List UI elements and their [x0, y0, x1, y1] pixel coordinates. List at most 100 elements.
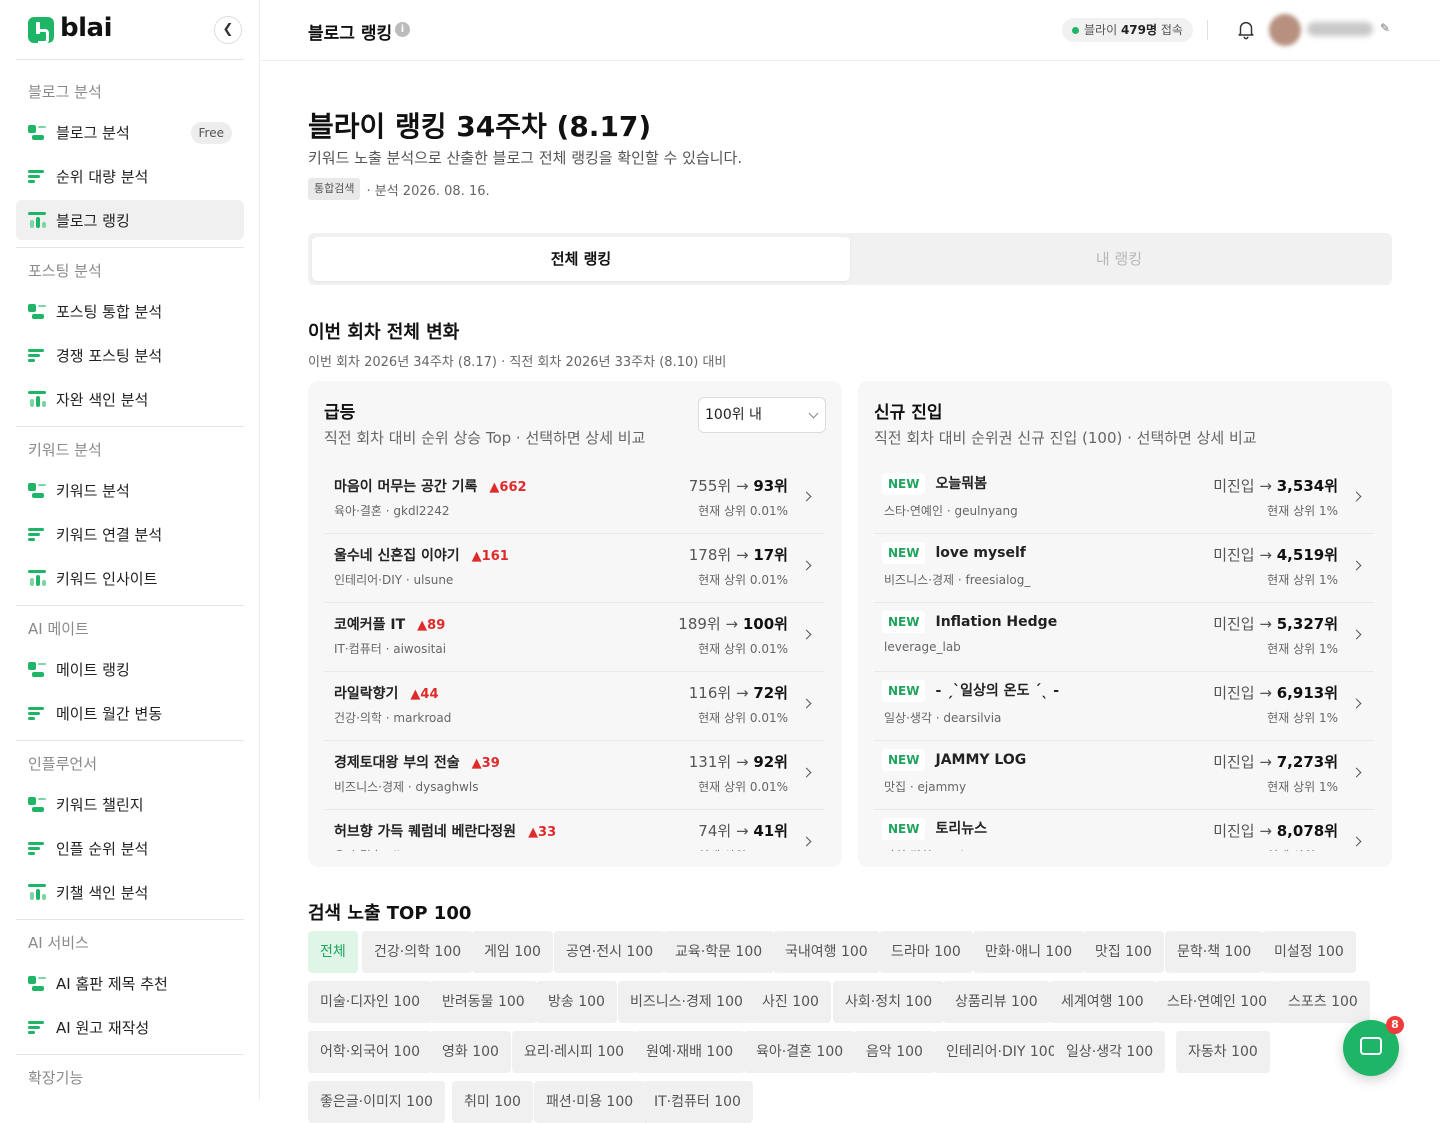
avatar[interactable] [1269, 14, 1301, 46]
sidebar-item[interactable]: 키워드 연결 분석 [16, 514, 244, 554]
new-entry-row[interactable]: NEW JAMMY LOG 맛집 · ejammy 미진입 → 7,273위 현재 상위… [874, 741, 1374, 810]
sidebar-item[interactable]: 메이트 랭킹 [16, 649, 244, 689]
new-entry-subtitle: 직전 회차 대비 순위권 신규 진입 (100) · 선택하면 상세 비교 [874, 429, 1257, 447]
rank-to: 17위 [753, 546, 788, 564]
category-chip[interactable]: 원예·재배 100 [634, 1031, 746, 1073]
new-entry-row[interactable]: NEW - ˏˋ일상의 온도 ˊˎ - 일상·생각 · dearsilvia 미진입 … [874, 672, 1374, 741]
category-chip[interactable]: 게임 100 [472, 931, 553, 973]
sidebar-item[interactable]: 포스팅 통합 분석 [16, 291, 244, 331]
category-chip[interactable]: 교육·학문 100 [663, 931, 775, 973]
category-chip[interactable]: 영화 100 [430, 1031, 511, 1073]
category-chip[interactable]: 인테리어·DIY 100 [934, 1031, 1069, 1073]
rank-percentile: 현재 상위 0.01% [698, 847, 788, 851]
category-chip[interactable]: 드라마 100 [879, 931, 973, 973]
category-chip[interactable]: 자동차 100 [1176, 1031, 1270, 1073]
sidebar-item[interactable]: 키워드 분석 [16, 470, 244, 510]
tab-all-ranking[interactable]: 전체 랭킹 [312, 237, 850, 281]
new-entry-row[interactable]: NEW 토리뉴스사회·정치 · tori1000 미진입 → 8,078위현재 상위… [874, 810, 1374, 851]
category-chip[interactable]: 일상·생각 100 [1054, 1031, 1166, 1073]
surge-row[interactable]: 라일락향기 ▲44 건강·의학 · markroad 116위 → 72위 현재 상위 … [324, 672, 824, 741]
sidebar: blai ❮ 블로그 분석 블로그 분석 Free 순위 대량 분석 블로그 랭킹 포스팅… [0, 0, 260, 1100]
sidebar-item[interactable]: 키워드 인사이트 [16, 558, 244, 598]
info-icon[interactable]: i [395, 22, 410, 37]
category-chip[interactable]: 문학·책 100 [1165, 931, 1264, 973]
chevron-right-icon [1351, 767, 1362, 778]
page-title: 블라이 랭킹 34주차 (8.17) [308, 110, 652, 143]
sidebar-item[interactable]: 키챌 색인 분석 [16, 872, 244, 912]
category-chip[interactable]: 반려동물 100 [430, 981, 537, 1023]
category-chip[interactable]: 미술·디자인 100 [308, 981, 433, 1023]
ai-title-icon [28, 974, 46, 992]
surge-row[interactable]: 허브향 가득 퀘럼네 베란다정원 ▲33 육아·결혼 · jk510 74위 → 41… [324, 810, 824, 851]
category-chip[interactable]: 맛집 100 [1083, 931, 1164, 973]
keyword-network-icon [28, 525, 46, 543]
new-entry-row[interactable]: NEW 오늘뭐봄 스타·연예인 · geulnyang 미진입 → 3,534위 현재 … [874, 465, 1374, 534]
sidebar-item[interactable]: 블로그 분석 Free [16, 112, 244, 152]
sidebar-item[interactable]: 자완 색인 분석 [16, 379, 244, 419]
tab-my-ranking[interactable]: 내 랭킹 [850, 237, 1388, 281]
surge-card: 급등 직전 회차 대비 순위 상승 Top · 선택하면 상세 비교 100위 … [308, 381, 842, 867]
category-chip[interactable]: 요리·레시피 100 [512, 1031, 637, 1073]
category-chip[interactable]: 만화·애니 100 [973, 931, 1085, 973]
sidebar-item-wrap: 순위 대량 분석 [16, 152, 244, 196]
sidebar-divider [16, 740, 244, 741]
surge-row[interactable]: 경제토대왕 부의 전술 ▲39 비즈니스·경제 · dysaghwls 131위 → … [324, 741, 824, 810]
rank-change: 미진입 → 4,519위 [1213, 544, 1338, 565]
bell-icon[interactable] [1235, 18, 1257, 40]
category-chip[interactable]: 전체 [308, 931, 358, 973]
sidebar-item[interactable]: 순위 대량 분석 [16, 156, 244, 196]
category-chip[interactable]: 좋은글·이미지 100 [308, 1081, 445, 1123]
blog-name: 허브향 가득 퀘럼네 베란다정원 [334, 824, 517, 840]
category-chip[interactable]: 패션·미용 100 [534, 1081, 646, 1123]
blog-name-line: 허브향 가득 퀘럼네 베란다정원 ▲33 [334, 821, 556, 841]
category-chip[interactable]: IT·컴퓨터 100 [642, 1081, 753, 1123]
surge-row[interactable]: 마음이 머무는 공간 기록 ▲662 육아·결혼 · gkdl2242 755위 → … [324, 465, 824, 534]
collapse-sidebar-button[interactable]: ❮ [214, 16, 242, 44]
category-chip[interactable]: 사회·정치 100 [833, 981, 945, 1023]
category-chip[interactable]: 육아·결혼 100 [744, 1031, 856, 1073]
sidebar-item[interactable]: 키워드 챌린지 [16, 784, 244, 824]
category-chip[interactable]: 사진 100 [750, 981, 831, 1023]
rank-change: 178위 → 17위 [689, 544, 788, 565]
blog-analysis-icon [28, 123, 46, 141]
sidebar-item[interactable]: 블로그 랭킹 [16, 200, 244, 240]
challenge-index-icon [28, 883, 46, 901]
category-chip[interactable]: 상품리뷰 100 [943, 981, 1050, 1023]
arrow-right-icon: → [735, 753, 749, 771]
category-chip[interactable]: 어학·외국어 100 [308, 1031, 433, 1073]
sidebar-item-label: 키워드 분석 [56, 481, 130, 500]
category-chip[interactable]: 비즈니스·경제 100 [618, 981, 755, 1023]
rank-up-delta: ▲161 [471, 549, 509, 564]
category-chip[interactable]: 건강·의학 100 [362, 931, 474, 973]
category-chip[interactable]: 방송 100 [536, 981, 617, 1023]
category-chip[interactable]: 음악 100 [854, 1031, 935, 1073]
category-chip[interactable]: 취미 100 [452, 1081, 533, 1123]
sidebar-item[interactable]: AI 원고 재작성 [16, 1007, 244, 1047]
sidebar-section-title: 확장기능 [28, 1069, 84, 1087]
category-chip[interactable]: 공연·전시 100 [554, 931, 666, 973]
blog-name-line: 울수네 신혼집 이야기 ▲161 [334, 545, 509, 565]
category-chip[interactable]: 미설정 100 [1262, 931, 1356, 973]
edit-icon[interactable]: ✎ [1380, 21, 1390, 35]
sidebar-item-wrap: 블로그 랭킹 [16, 196, 244, 240]
rank-range-select[interactable]: 100위 내 [698, 397, 826, 433]
surge-row[interactable]: 코예커플 IT ▲89 IT·컴퓨터 · aiwositai 189위 → 100위 현… [324, 603, 824, 672]
chevron-right-icon [801, 836, 812, 847]
sidebar-item-label: 포스팅 통합 분석 [56, 302, 163, 321]
sidebar-item[interactable]: 경쟁 포스팅 분석 [16, 335, 244, 375]
sidebar-item-wrap: 키워드 인사이트 [16, 554, 244, 598]
category-chip[interactable]: 스포츠 100 [1276, 981, 1370, 1023]
category-chip[interactable]: 세계여행 100 [1049, 981, 1156, 1023]
surge-title: 급등 [324, 403, 356, 423]
new-entry-row[interactable]: NEW love myself 비즈니스·경제 · freesialog_ 미진입 →… [874, 534, 1374, 603]
surge-row[interactable]: 울수네 신혼집 이야기 ▲161 인테리어·DIY · ulsune 178위 → 1… [324, 534, 824, 603]
user-name-blurred[interactable] [1307, 22, 1373, 36]
category-chip[interactable]: 국내여행 100 [773, 931, 880, 973]
sidebar-item[interactable]: 인플 순위 분석 [16, 828, 244, 868]
sidebar-item-wrap: AI 홈판 제목 추천 [16, 959, 244, 1003]
sidebar-item[interactable]: 메이트 월간 변동 [16, 693, 244, 733]
new-entry-row[interactable]: NEW Inflation Hedge leverage_lab 미진입 → 5,32… [874, 603, 1374, 672]
sidebar-item[interactable]: AI 홈판 제목 추천 [16, 963, 244, 1003]
blog-name: 토리뉴스 [935, 821, 988, 837]
category-chip[interactable]: 스타·연예인 100 [1155, 981, 1280, 1023]
